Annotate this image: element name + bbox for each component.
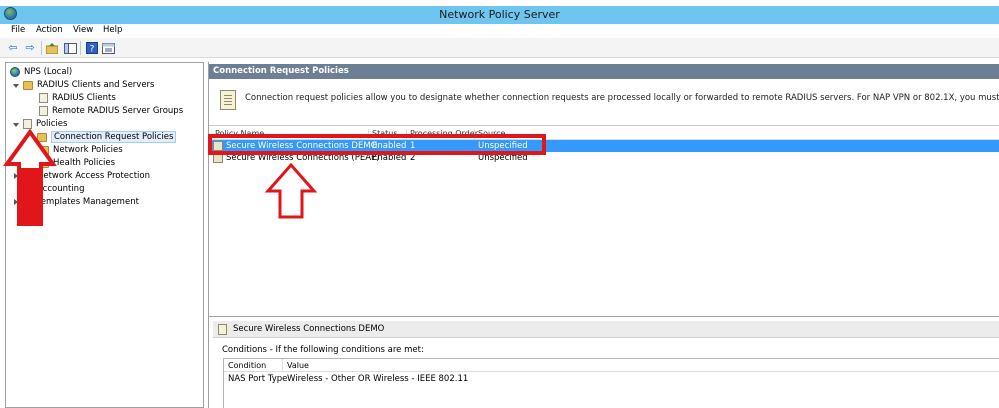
globe-icon bbox=[10, 67, 20, 77]
tree-node-remote-radius-groups[interactable]: Remote RADIUS Server Groups bbox=[39, 105, 183, 117]
document-icon bbox=[39, 93, 48, 103]
notepad-icon bbox=[220, 90, 236, 110]
table-row[interactable]: NAS Port Type Wireless - Other OR Wirele… bbox=[224, 374, 999, 386]
detail-header: Secure Wireless Connections DEMO bbox=[213, 321, 999, 338]
description-panel: Connection request policies allow you to… bbox=[209, 80, 999, 126]
column-header-value[interactable]: Value bbox=[287, 361, 309, 370]
tree-node-label: Remote RADIUS Server Groups bbox=[52, 106, 184, 116]
column-header-condition[interactable]: Condition bbox=[228, 361, 266, 370]
policy-icon bbox=[218, 324, 227, 335]
tree-node-connection-request-policies[interactable]: Connection Request Policies bbox=[37, 131, 177, 143]
conditions-label: Conditions - If the following conditions… bbox=[222, 345, 424, 355]
tree-node-label: RADIUS Clients and Servers bbox=[37, 80, 155, 90]
menu-file[interactable]: File bbox=[11, 25, 25, 35]
detail-title: Secure Wireless Connections DEMO bbox=[233, 324, 385, 334]
annotation-highlight-box bbox=[208, 134, 546, 155]
menu-action[interactable]: Action bbox=[36, 25, 63, 35]
navigation-tree: NPS (Local) RADIUS Clients and Servers R… bbox=[5, 62, 204, 408]
tree-node-label: Connection Request Policies bbox=[51, 131, 177, 143]
annotation-arrow-icon bbox=[264, 162, 318, 219]
menu-help[interactable]: Help bbox=[103, 25, 122, 35]
toolbar: ⇦ ⇨ ? bbox=[0, 38, 999, 58]
document-icon bbox=[39, 106, 48, 116]
expand-arrow-icon[interactable] bbox=[13, 84, 19, 88]
help-icon[interactable]: ? bbox=[85, 41, 99, 55]
condition-cell: NAS Port Type bbox=[228, 374, 288, 384]
pane-title: Connection Request Policies bbox=[209, 64, 999, 79]
menu-bar: File Action View Help bbox=[0, 24, 999, 38]
conditions-table-header: Condition Value bbox=[224, 359, 999, 372]
folder-icon bbox=[23, 80, 33, 90]
tree-node-nps-local[interactable]: NPS (Local) bbox=[10, 66, 72, 78]
tree-node-radius-clients-servers[interactable]: RADIUS Clients and Servers bbox=[23, 79, 154, 91]
properties-icon[interactable] bbox=[101, 41, 115, 55]
tree-node-label: NPS (Local) bbox=[24, 67, 73, 77]
tree-node-label: Health Policies bbox=[53, 158, 116, 168]
show-hide-tree-icon[interactable] bbox=[63, 41, 77, 55]
back-arrow-icon[interactable]: ⇦ bbox=[6, 41, 20, 55]
forward-arrow-icon[interactable]: ⇨ bbox=[23, 41, 37, 55]
annotation-arrow-icon bbox=[3, 128, 57, 226]
results-pane: Connection Request Policies Connection r… bbox=[208, 62, 999, 408]
expand-arrow-icon[interactable] bbox=[13, 123, 19, 127]
tree-node-label: Network Policies bbox=[53, 145, 123, 155]
up-folder-icon[interactable] bbox=[45, 41, 59, 55]
tree-node-label: RADIUS Clients bbox=[52, 93, 116, 103]
window-title: Network Policy Server bbox=[439, 8, 560, 21]
tree-node-radius-clients[interactable]: RADIUS Clients bbox=[39, 92, 116, 104]
menu-view[interactable]: View bbox=[73, 25, 93, 35]
svg-text:?: ? bbox=[90, 45, 95, 55]
toolbar-separator bbox=[80, 41, 81, 55]
conditions-table: Condition Value NAS Port Type Wireless -… bbox=[223, 358, 999, 408]
description-text: Connection request policies allow you to… bbox=[245, 93, 999, 103]
column-divider bbox=[282, 359, 283, 372]
value-cell: Wireless - Other OR Wireless - IEEE 802.… bbox=[287, 374, 469, 384]
detail-panel: Secure Wireless Connections DEMO Conditi… bbox=[209, 318, 999, 408]
toolbar-separator bbox=[41, 41, 42, 55]
title-bar: Network Policy Server bbox=[0, 0, 999, 24]
